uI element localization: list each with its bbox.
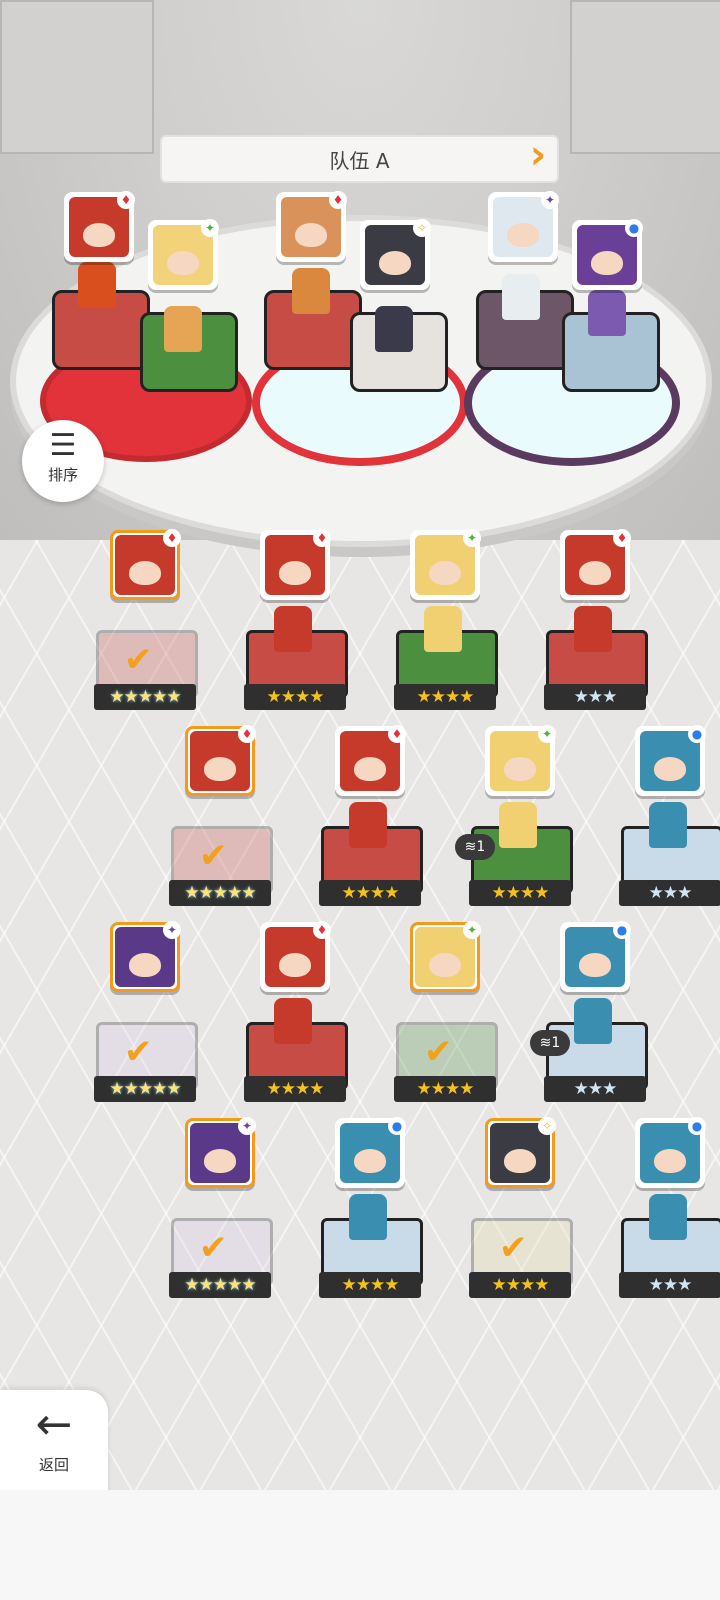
star-rating: ★★★ (619, 880, 720, 906)
star-rating: ★★★★ (319, 1272, 421, 1298)
leaf-green-icon: ✦ (201, 219, 219, 237)
back-button[interactable]: ← 返回 (0, 1390, 108, 1498)
dot-blue-icon: ● (613, 921, 631, 939)
selected-check-icon: ✔ (124, 1032, 153, 1072)
team-member-card[interactable]: ♦ (64, 191, 135, 262)
roster-character-card[interactable]: ● (635, 1117, 706, 1188)
character-sprite (574, 998, 612, 1044)
roster-character-card[interactable]: ● (335, 1117, 406, 1188)
team-member-card[interactable]: ● (572, 219, 643, 290)
roster-character-card[interactable]: ● (560, 921, 631, 992)
selected-check-icon: ✔ (499, 1228, 528, 1268)
star-rating: ★★★★★ (169, 880, 271, 906)
character-sprite (274, 998, 312, 1044)
roster-character-card[interactable]: ✦ (185, 1117, 256, 1188)
roster-character-card[interactable]: ✧ (485, 1117, 556, 1188)
star-rating: ★★★★ (319, 880, 421, 906)
pillar-left (0, 0, 154, 154)
team-character-sprite (78, 262, 116, 308)
star-rating: ★★★★ (469, 1272, 571, 1298)
diamond-red-icon: ♦ (313, 529, 331, 547)
dot-blue-icon: ● (688, 1117, 706, 1135)
sparkle-yellow-icon: ✧ (538, 1117, 556, 1135)
character-sprite (349, 1194, 387, 1240)
pillar-right (570, 0, 720, 154)
diamond-red-icon: ♦ (163, 529, 181, 547)
character-sprite (349, 802, 387, 848)
star-rating: ★★★★★ (94, 1076, 196, 1102)
diamond-red-icon: ♦ (388, 725, 406, 743)
roster-character-card[interactable]: ♦ (185, 725, 256, 796)
back-label: 返回 (38, 1456, 69, 1474)
character-sprite (649, 1194, 687, 1240)
roster-character-card[interactable]: ♦ (110, 529, 181, 600)
team-member-card[interactable]: ♦ (276, 191, 347, 262)
roster-character-card[interactable]: ✦ (110, 921, 181, 992)
star-rating: ★★★★ (244, 1076, 346, 1102)
leaf-green-icon: ✦ (463, 921, 481, 939)
diamond-red-icon: ♦ (238, 725, 256, 743)
team-member-card[interactable]: ✦ (148, 219, 219, 290)
sort-button[interactable]: ☰ 排序 (22, 420, 104, 502)
roster-character-card[interactable]: ♦ (260, 921, 331, 992)
sparkle-yellow-icon: ✧ (413, 219, 431, 237)
dot-blue-icon: ● (625, 219, 643, 237)
team-member-card[interactable]: ✧ (360, 219, 431, 290)
roster-character-card[interactable]: ♦ (560, 529, 631, 600)
diamond-red-icon: ♦ (117, 191, 135, 209)
sort-label: 排序 (47, 466, 78, 484)
star-rating: ★★★★ (244, 684, 346, 710)
diamond-red-icon: ♦ (329, 191, 347, 209)
sparkle-purple-icon: ✦ (238, 1117, 256, 1135)
character-sprite (574, 606, 612, 652)
dot-blue-icon: ● (688, 725, 706, 743)
star-rating: ★★★★★ (169, 1272, 271, 1298)
system-nav-bar (0, 1490, 720, 1600)
next-team-arrow-icon[interactable]: › (527, 135, 549, 179)
sparkle-purple-icon: ✦ (541, 191, 559, 209)
character-sprite (274, 606, 312, 652)
roster-character-card[interactable]: ● (635, 725, 706, 796)
character-sprite (499, 802, 537, 848)
team-title[interactable]: 队伍 A (160, 135, 559, 183)
selected-check-icon: ✔ (199, 836, 228, 876)
selected-check-icon: ✔ (424, 1032, 453, 1072)
team-member-card[interactable]: ✦ (488, 191, 559, 262)
duplicate-count-badge: ≋1 (530, 1030, 570, 1056)
star-rating: ★★★ (544, 1076, 646, 1102)
character-sprite (649, 802, 687, 848)
duplicate-count-badge: ≋1 (455, 834, 495, 860)
character-sprite (424, 606, 462, 652)
team-character-sprite (502, 274, 540, 320)
selected-check-icon: ✔ (124, 640, 153, 680)
roster-character-card[interactable]: ♦ (260, 529, 331, 600)
roster-character-card[interactable]: ♦ (335, 725, 406, 796)
roster-character-card[interactable]: ✦ (410, 921, 481, 992)
selected-check-icon: ✔ (199, 1228, 228, 1268)
star-rating: ★★★★ (394, 1076, 496, 1102)
roster-character-card[interactable]: ✦ (410, 529, 481, 600)
diamond-red-icon: ♦ (313, 921, 331, 939)
leaf-green-icon: ✦ (463, 529, 481, 547)
star-rating: ★★★★ (469, 880, 571, 906)
star-rating: ★★★★★ (94, 684, 196, 710)
diamond-red-icon: ♦ (613, 529, 631, 547)
roster-character-card[interactable]: ✦ (485, 725, 556, 796)
star-rating: ★★★★ (394, 684, 496, 710)
dot-blue-icon: ● (388, 1117, 406, 1135)
leaf-green-icon: ✦ (538, 725, 556, 743)
star-rating: ★★★ (544, 684, 646, 710)
arrow-left-icon: ← (35, 1399, 73, 1450)
team-character-sprite (375, 306, 413, 352)
team-character-sprite (292, 268, 330, 314)
team-character-sprite (588, 290, 626, 336)
sparkle-purple-icon: ✦ (163, 921, 181, 939)
team-character-sprite (164, 306, 202, 352)
star-rating: ★★★ (619, 1272, 720, 1298)
